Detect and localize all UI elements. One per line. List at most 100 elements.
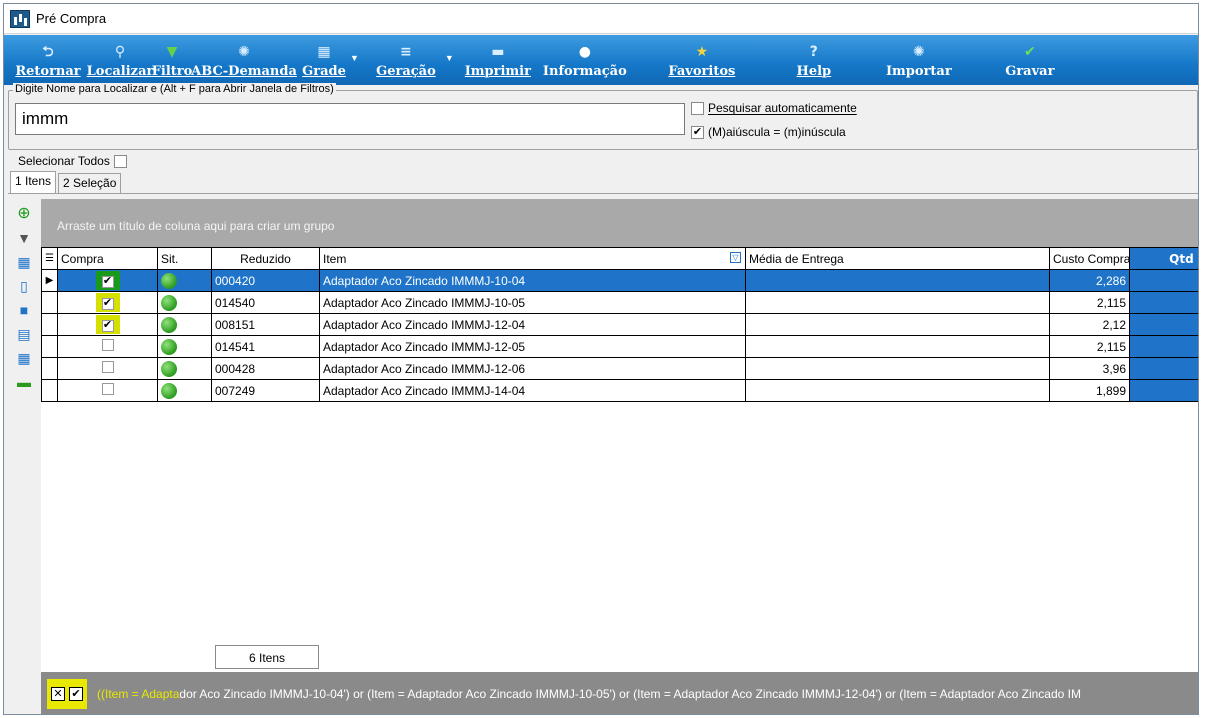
compra-checkbox-cell[interactable]: ✔ xyxy=(57,269,158,292)
toolbar-gera-o-button[interactable]: ≡ Geração xyxy=(365,37,447,85)
filter-icon[interactable]: ▽ xyxy=(730,252,741,263)
reduzido-cell[interactable]: 008151 xyxy=(211,313,320,336)
reduzido-cell[interactable]: 014541 xyxy=(211,335,320,358)
column-chooser[interactable]: ☰ xyxy=(41,247,58,270)
status-cell[interactable] xyxy=(157,313,212,336)
compra-checkbox-cell[interactable]: ✔ xyxy=(57,313,158,336)
qtd-cell[interactable]: 10,000 xyxy=(1129,291,1198,314)
qtd-cell[interactable] xyxy=(1129,357,1198,380)
minus-bar-icon[interactable]: ▬ xyxy=(15,373,33,391)
toolbar-importar-button[interactable]: ✺ Importar xyxy=(858,37,980,85)
custo-cell[interactable]: 2,286 xyxy=(1049,269,1130,292)
item-cell[interactable]: Adaptador Aco Zincado IMMMJ-10-05 xyxy=(319,291,746,314)
toolbar-filtro-button[interactable]: ▼ Filtro xyxy=(152,37,193,85)
col-item[interactable]: Item ▽ xyxy=(319,247,746,270)
row-indicator[interactable] xyxy=(41,313,58,336)
col-qtd[interactable]: Qtd Compra xyxy=(1129,247,1198,270)
table-row[interactable]: 007249 Adaptador Aco Zincado IMMMJ-14-04 1… xyxy=(41,379,1198,402)
compra-checkbox-cell[interactable] xyxy=(57,357,158,380)
compra-checkbox-cell[interactable] xyxy=(57,335,158,358)
media-cell[interactable] xyxy=(745,269,1050,292)
item-cell[interactable]: Adaptador Aco Zincado IMMMJ-14-04 xyxy=(319,379,746,402)
qtd-cell[interactable] xyxy=(1129,379,1198,402)
media-cell[interactable] xyxy=(745,379,1050,402)
custo-cell[interactable]: 2,115 xyxy=(1049,335,1130,358)
trash-icon[interactable]: ▼ xyxy=(15,229,33,247)
reduzido-cell[interactable]: 000428 xyxy=(211,357,320,380)
col-custo[interactable]: Custo Compra xyxy=(1049,247,1130,270)
chevron-down-icon[interactable]: ▼ xyxy=(445,53,454,85)
select-all-checkbox[interactable] xyxy=(113,154,127,168)
reduzido-cell[interactable]: 014540 xyxy=(211,291,320,314)
add-icon[interactable]: ⊕ xyxy=(15,205,33,223)
status-cell[interactable] xyxy=(157,379,212,402)
media-cell[interactable] xyxy=(745,291,1050,314)
custo-cell[interactable]: 1,899 xyxy=(1049,379,1130,402)
compra-checkbox[interactable]: ✔ xyxy=(101,319,114,332)
compra-checkbox[interactable]: ✔ xyxy=(101,275,114,288)
col-compra[interactable]: Compra xyxy=(57,247,158,270)
row-indicator[interactable] xyxy=(41,335,58,358)
compra-checkbox-cell[interactable]: ✔ xyxy=(57,291,158,314)
toolbar-grade-button[interactable]: ▦ Grade xyxy=(296,37,352,85)
compra-checkbox-cell[interactable] xyxy=(57,379,158,402)
row-indicator[interactable] xyxy=(41,357,58,380)
group-panel[interactable]: Arraste um título de coluna aqui para cr… xyxy=(41,199,1198,247)
status-cell[interactable] xyxy=(157,291,212,314)
auto-search-option[interactable]: Pesquisar automaticamente xyxy=(691,101,857,115)
qtd-cell[interactable] xyxy=(1129,335,1198,358)
reduzido-cell[interactable]: 000420 xyxy=(211,269,320,292)
custo-cell[interactable]: 2,12 xyxy=(1049,313,1130,336)
document-icon[interactable]: ▯ xyxy=(15,277,33,295)
status-cell[interactable] xyxy=(157,269,212,292)
filter-expression[interactable]: dor Aco Zincado IMMMJ-10-04') or (Item =… xyxy=(179,687,1081,701)
tab-selecao[interactable]: 2 Seleção xyxy=(58,173,122,194)
toolbar-favoritos-button[interactable]: ★ Favoritos xyxy=(634,37,770,85)
toolbar-informa-o-button[interactable]: ● Informação xyxy=(536,37,634,85)
toolbar-imprimir-button[interactable]: ▬ Imprimir xyxy=(460,37,536,85)
custo-cell[interactable]: 3,96 xyxy=(1049,357,1130,380)
col-media[interactable]: Média de Entrega xyxy=(745,247,1050,270)
toolbar-retornar-button[interactable]: ⮌ Retornar xyxy=(8,37,88,85)
item-cell[interactable]: Adaptador Aco Zincado IMMMJ-12-05 xyxy=(319,335,746,358)
compra-checkbox[interactable] xyxy=(101,383,114,395)
compra-checkbox[interactable] xyxy=(101,339,114,351)
toolbar-localizar-button[interactable]: ⚲ Localizar xyxy=(87,37,154,85)
compra-checkbox[interactable] xyxy=(101,361,114,373)
media-cell[interactable] xyxy=(745,313,1050,336)
table-row[interactable]: 014541 Adaptador Aco Zincado IMMMJ-12-05 2… xyxy=(41,335,1198,358)
row-indicator[interactable] xyxy=(41,291,58,314)
table-row[interactable]: ✔ 014540 Adaptador Aco Zincado IMMMJ-10-05… xyxy=(41,291,1198,314)
clear-filter-icon[interactable]: ✕ xyxy=(51,687,65,701)
table-row[interactable]: ✔ 008151 Adaptador Aco Zincado IMMMJ-12-04… xyxy=(41,313,1198,336)
grid-icon[interactable]: ▦ xyxy=(15,253,33,271)
printer-icon[interactable]: ■ xyxy=(15,301,33,319)
row-indicator[interactable] xyxy=(41,379,58,402)
reduzido-cell[interactable]: 007249 xyxy=(211,379,320,402)
case-option[interactable]: ✔ (M)aiúscula = (m)inúscula xyxy=(691,125,846,139)
toolbar-help-button[interactable]: ? Help xyxy=(770,37,858,85)
enable-filter-checkbox[interactable]: ✔ xyxy=(69,687,83,701)
toolbar-gravar-button[interactable]: ✔ Gravar xyxy=(980,37,1080,85)
qtd-cell[interactable]: 10,000 xyxy=(1129,313,1198,336)
qtd-cell[interactable]: 10,000 xyxy=(1129,269,1198,292)
status-cell[interactable] xyxy=(157,335,212,358)
filter-expression-highlight[interactable]: ((Item = Adapta xyxy=(97,687,179,701)
table-row[interactable]: 000428 Adaptador Aco Zincado IMMMJ-12-06 3… xyxy=(41,357,1198,380)
table-icon[interactable]: ▤ xyxy=(15,325,33,343)
custo-cell[interactable]: 2,115 xyxy=(1049,291,1130,314)
status-cell[interactable] xyxy=(157,357,212,380)
chevron-down-icon[interactable]: ▼ xyxy=(350,53,359,85)
toolbar-abc-demanda-button[interactable]: ✺ ABC-Demanda xyxy=(191,37,297,85)
col-sit[interactable]: Sit. xyxy=(157,247,212,270)
media-cell[interactable] xyxy=(745,357,1050,380)
grid-export-icon[interactable]: ▦ xyxy=(15,349,33,367)
item-cell[interactable]: Adaptador Aco Zincado IMMMJ-10-04 xyxy=(319,269,746,292)
search-input[interactable] xyxy=(15,103,685,135)
item-cell[interactable]: Adaptador Aco Zincado IMMMJ-12-04 xyxy=(319,313,746,336)
case-checkbox[interactable]: ✔ xyxy=(691,125,704,139)
select-all[interactable]: Selecionar Todos xyxy=(18,154,131,168)
table-row[interactable]: ▶ ✔ 000420 Adaptador Aco Zincado IMMMJ-10-0… xyxy=(41,269,1198,292)
media-cell[interactable] xyxy=(745,335,1050,358)
col-reduzido[interactable]: Reduzido xyxy=(211,247,320,270)
